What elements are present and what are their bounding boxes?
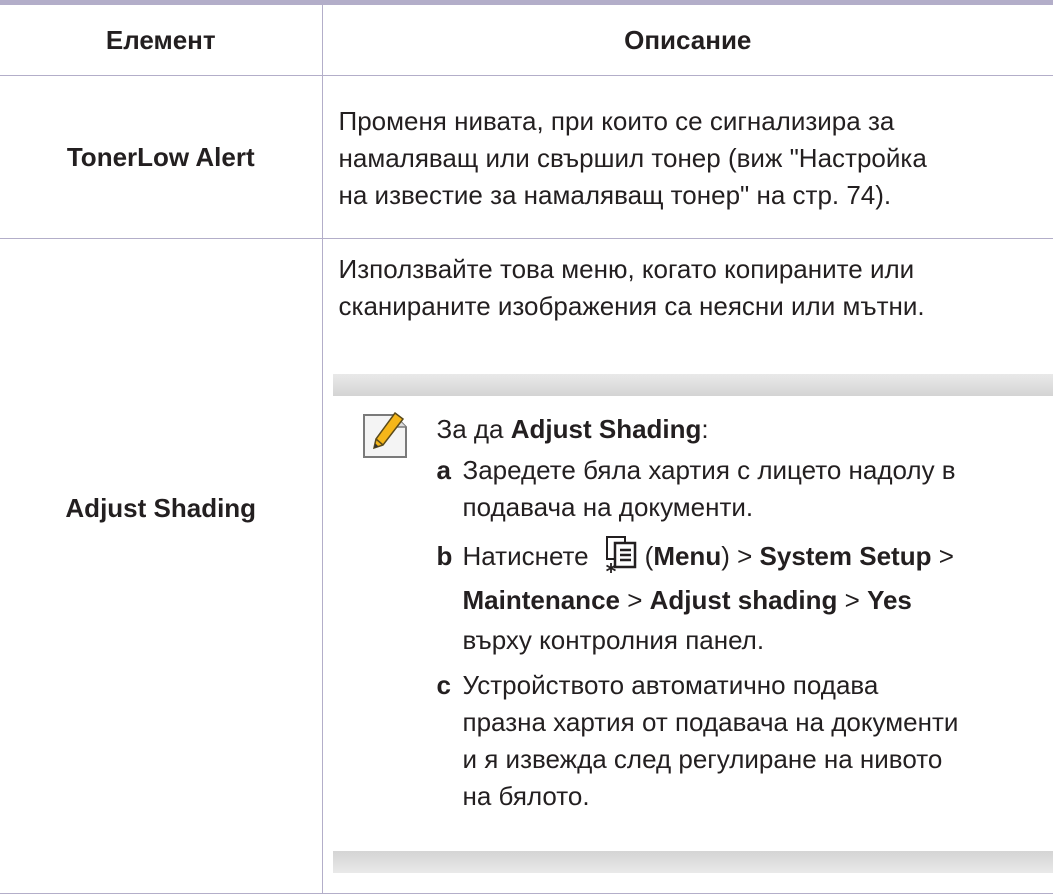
row-name-cell: Adjust Shading [0, 239, 322, 894]
note-top-band [333, 374, 1053, 396]
description-line: намаляващ или свършил тонер (виж "Настро… [339, 140, 1048, 177]
description-line: Използвайте това меню, когато копираните… [339, 251, 1048, 288]
note-heading-prefix: За да [437, 414, 511, 444]
row-description-adjust-shading: Използвайте това меню, когато копираните… [322, 239, 1053, 894]
step-a: a Заредете бяла хартия с лицето надолу в… [437, 452, 1053, 526]
column-header-element: Елемент [0, 5, 322, 76]
path-separator: > [837, 585, 867, 615]
note-heading-suffix: : [701, 414, 708, 444]
row-description-toner-low-alert: Променя нивата, при които се сигнализира… [322, 76, 1053, 239]
step-text: върху контролния панел. [463, 622, 1053, 659]
step-letter: b [437, 534, 453, 578]
path-yes: Yes [867, 585, 912, 615]
menu-paren: ) [721, 541, 730, 571]
step-text: и я извежда след регулиране на нивото [463, 741, 1053, 778]
note-heading: За да Adjust Shading: [437, 411, 1053, 448]
step-text: Натиснете(Menu) > System Setup > [463, 534, 1053, 578]
description-line: на известие за намаляващ тонер" на стр. … [339, 177, 1048, 214]
step-text: празна хартия от подавача на документи [463, 704, 1053, 741]
spec-table: Елемент Описание TonerLow Alert Променя … [0, 5, 1053, 894]
menu-icon [603, 535, 641, 575]
step-c: c Устройството автоматично подава празна… [437, 667, 1053, 815]
step-text: на бялото. [463, 778, 1053, 815]
path-separator: > [620, 585, 650, 615]
row-name-adjust-shading: Adjust Shading [0, 239, 322, 524]
table-header-row: Елемент Описание [0, 5, 1053, 76]
description-text: Използвайте това меню, когато копираните… [339, 239, 1048, 325]
step-letter: a [437, 452, 451, 489]
table-row: Adjust Shading Използвайте това меню, ко… [0, 239, 1053, 894]
step-text: подавача на документи. [463, 489, 1053, 526]
path-adjust-shading: Adjust shading [650, 585, 838, 615]
table-row: TonerLow Alert Променя нивата, при които… [0, 76, 1053, 239]
path-separator: > [730, 541, 760, 571]
step-prefix: Натиснете [463, 541, 589, 571]
description-line: сканираните изображения са неясни или мъ… [339, 288, 1048, 325]
step-letter: c [437, 667, 451, 704]
menu-paren: ( [645, 541, 654, 571]
row-name-toner-low-alert: TonerLow Alert [0, 76, 322, 239]
step-text: Заредете бяла хартия с лицето надолу в [463, 452, 1053, 489]
menu-label: Menu [653, 541, 721, 571]
note-heading-bold: Adjust Shading [511, 414, 702, 444]
description-line: Променя нивата, при които се сигнализира… [339, 103, 1048, 140]
note-content: За да Adjust Shading: a Заредете бяла ха… [333, 396, 1053, 851]
pencil-note-icon [361, 411, 409, 461]
column-header-description: Описание [322, 5, 1053, 76]
step-text: Maintenance > Adjust shading > Yes [463, 578, 1053, 622]
path-system-setup: System Setup [760, 541, 932, 571]
note-bottom-band [333, 851, 1053, 873]
step-b: b Натиснете (Menu) > System Setup > Maint… [437, 534, 1053, 659]
note-box: За да Adjust Shading: a Заредете бяла ха… [333, 374, 1053, 873]
path-maintenance: Maintenance [463, 585, 621, 615]
step-text: Устройството автоматично подава [463, 667, 1053, 704]
